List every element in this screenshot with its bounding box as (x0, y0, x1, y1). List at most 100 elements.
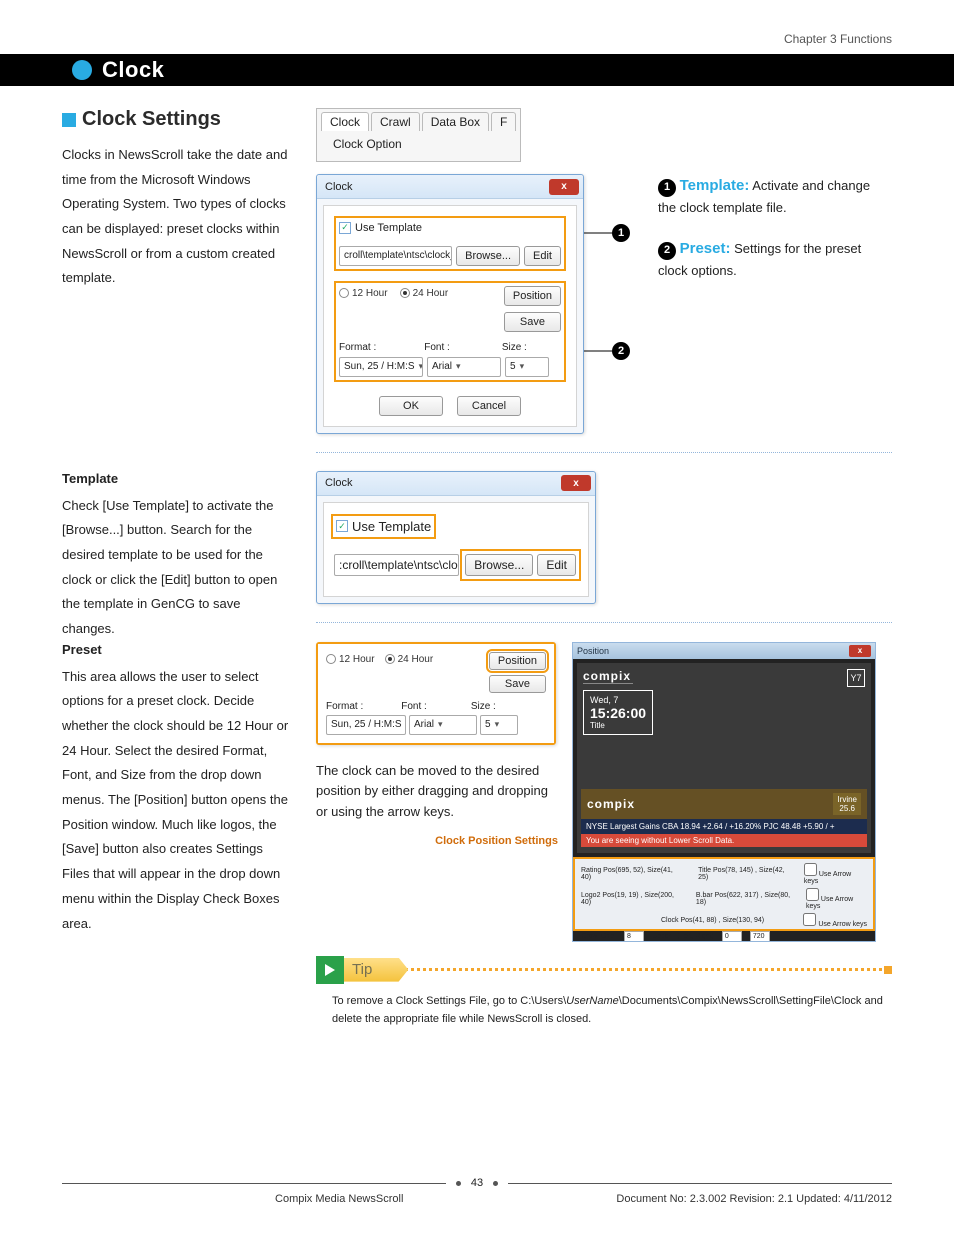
tab-f[interactable]: F (491, 112, 516, 131)
close-icon[interactable]: x (849, 645, 871, 657)
tip-arrow-icon (316, 956, 344, 984)
upper-right-field[interactable]: 720 (750, 931, 770, 942)
template-heading: Template (62, 471, 292, 486)
template-path-field[interactable]: :croll\template\ntsc\clock_format.gcg (334, 554, 459, 576)
ctrl-logo2: Logo2 Pos(19, 19) , Size(200, 40) (581, 892, 682, 906)
rating-icon: Y7 (847, 669, 865, 687)
save-button[interactable]: Save (504, 312, 561, 332)
tab-crawl[interactable]: Crawl (371, 112, 420, 131)
ctrl-crawl-gap: Crawl Gap: (581, 933, 616, 940)
cancel-button[interactable]: Cancel (457, 396, 521, 416)
callout-2-icon: 2 (612, 342, 630, 360)
edit-button[interactable]: Edit (524, 246, 561, 266)
ctrl-bbar: B.bar Pos(622, 317) , Size(80, 18) (696, 892, 798, 906)
preview-temp: 25.6 (839, 804, 855, 813)
tab-databox[interactable]: Data Box (422, 112, 489, 131)
chapter-dot-icon (72, 60, 92, 80)
footer-product: Compix Media NewsScroll (275, 1193, 403, 1205)
use-template-checkbox[interactable]: ✓ Use Template (336, 519, 431, 534)
callout-1-icon: 1 (612, 224, 630, 242)
compix-logo: compix (587, 797, 635, 811)
legend-preset-term: Preset: (680, 240, 731, 257)
preview-title: Position (577, 646, 609, 656)
font-dropdown[interactable]: Arial (409, 715, 477, 735)
scroll-warning: You are seeing without Lower Scroll Data… (581, 834, 867, 847)
menu-strip: Clock Crawl Data Box F Clock Option (316, 108, 521, 162)
legend-template-term: Template: (680, 177, 750, 194)
crawl-gap-field[interactable]: 8 (624, 931, 644, 942)
preview-title-label: Title (590, 721, 646, 730)
position-caption: Clock Position Settings (316, 835, 558, 847)
label-size: Size : (471, 701, 496, 712)
radio-24hour[interactable]: 24 Hour (400, 288, 449, 299)
arrow-checkbox[interactable] (806, 888, 819, 901)
position-preview: Position x compix Wed, 7 15:26:00 (572, 642, 876, 942)
preview-time: 15:26:00 (590, 705, 646, 721)
ctrl-rating: Rating Pos(695, 52), Size(41, 40) (581, 867, 684, 881)
use-template-label: Use Template (355, 222, 422, 234)
preview-day: Wed, 7 (590, 695, 646, 705)
ok-button[interactable]: OK (379, 396, 443, 416)
dialog2-title: Clock (325, 477, 353, 489)
page-number: 43 (471, 1177, 483, 1189)
upper-left-field[interactable]: 0 (722, 931, 742, 942)
tip-bar: Tip (316, 956, 892, 984)
radio-12hour[interactable]: 12 Hour (326, 654, 375, 665)
save-button[interactable]: Save (489, 675, 546, 693)
radio-12hour[interactable]: 12 Hour (339, 288, 388, 299)
position-button[interactable]: Position (489, 652, 546, 670)
breadcrumb: Chapter 3 Functions (62, 32, 892, 46)
template-dialog: Clock x ✓ Use Template :croll\template\ (316, 471, 596, 604)
footer-docinfo: Document No: 2.3.002 Revision: 2.1 Updat… (616, 1193, 892, 1205)
radio-24hour[interactable]: 24 Hour (385, 654, 434, 665)
use-template-label: Use Template (352, 519, 431, 534)
page-footer: 43 Compix Media NewsScroll Document No: … (62, 1177, 892, 1205)
template-text: Check [Use Template] to activate the [Br… (62, 494, 292, 642)
label-format: Format : (339, 342, 376, 353)
close-icon[interactable]: x (549, 179, 579, 195)
browse-button[interactable]: Browse... (456, 246, 520, 266)
ctrl-clock-pos: Clock Pos(41, 88) , Size(130, 94) (661, 917, 764, 924)
use-template-checkbox[interactable]: ✓ Use Template (339, 222, 422, 234)
intro-text: Clocks in NewsScroll take the date and t… (62, 143, 292, 291)
preset-text: This area allows the user to select opti… (62, 665, 292, 937)
dialog-title: Clock (325, 181, 353, 193)
label-format: Format : (326, 701, 363, 712)
clock-dialog: Clock x ✓ Use Template croll\template\nt… (316, 174, 584, 434)
arrow-checkbox[interactable] (804, 863, 817, 876)
position-button[interactable]: Position (504, 286, 561, 306)
legend-1-icon: 1 (658, 179, 676, 197)
chapter-bar: Clock (0, 54, 954, 86)
label-size: Size : (502, 342, 527, 353)
template-path-field[interactable]: croll\template\ntsc\clock_format.gcg (339, 246, 452, 266)
arrow-checkbox[interactable] (803, 913, 816, 926)
size-dropdown[interactable]: 5 (480, 715, 518, 735)
preview-irvine: Irvine (837, 795, 857, 804)
legend-2-icon: 2 (658, 242, 676, 260)
section-square-icon (62, 113, 76, 127)
ctrl-upper: Upper - (Left, Right) (652, 933, 714, 940)
tip-text: To remove a Clock Settings File, go to C… (316, 984, 892, 1029)
size-dropdown[interactable]: 5 (505, 357, 549, 377)
font-dropdown[interactable]: Arial (427, 357, 501, 377)
stock-ticker: NYSE Largest Gains CBA 18.94 +2.64 / +16… (581, 819, 867, 834)
close-icon[interactable]: x (561, 475, 591, 491)
menu-clock-option[interactable]: Clock Option (317, 131, 520, 157)
chapter-title: Clock (102, 57, 164, 83)
label-font: Font : (424, 342, 450, 353)
separator (316, 452, 892, 453)
browse-button[interactable]: Browse... (465, 554, 533, 576)
separator (316, 622, 892, 623)
preset-heading: Preset (62, 642, 292, 657)
move-text: The clock can be moved to the desired po… (316, 761, 558, 823)
leader-1 (584, 232, 614, 234)
tab-clock[interactable]: Clock (321, 112, 369, 131)
ctrl-title-pos: Title Pos(78, 145) , Size(42, 25) (698, 867, 796, 881)
edit-button[interactable]: Edit (537, 554, 576, 576)
section-heading: Clock Settings (82, 108, 221, 131)
preset-panel: 12 Hour 24 Hour Position Save Format : (316, 642, 556, 745)
format-dropdown[interactable]: Sun, 25 / H:M:S (339, 357, 423, 377)
label-font: Font : (401, 701, 427, 712)
tip-label: Tip (344, 958, 408, 982)
format-dropdown[interactable]: Sun, 25 / H:M:S (326, 715, 406, 735)
